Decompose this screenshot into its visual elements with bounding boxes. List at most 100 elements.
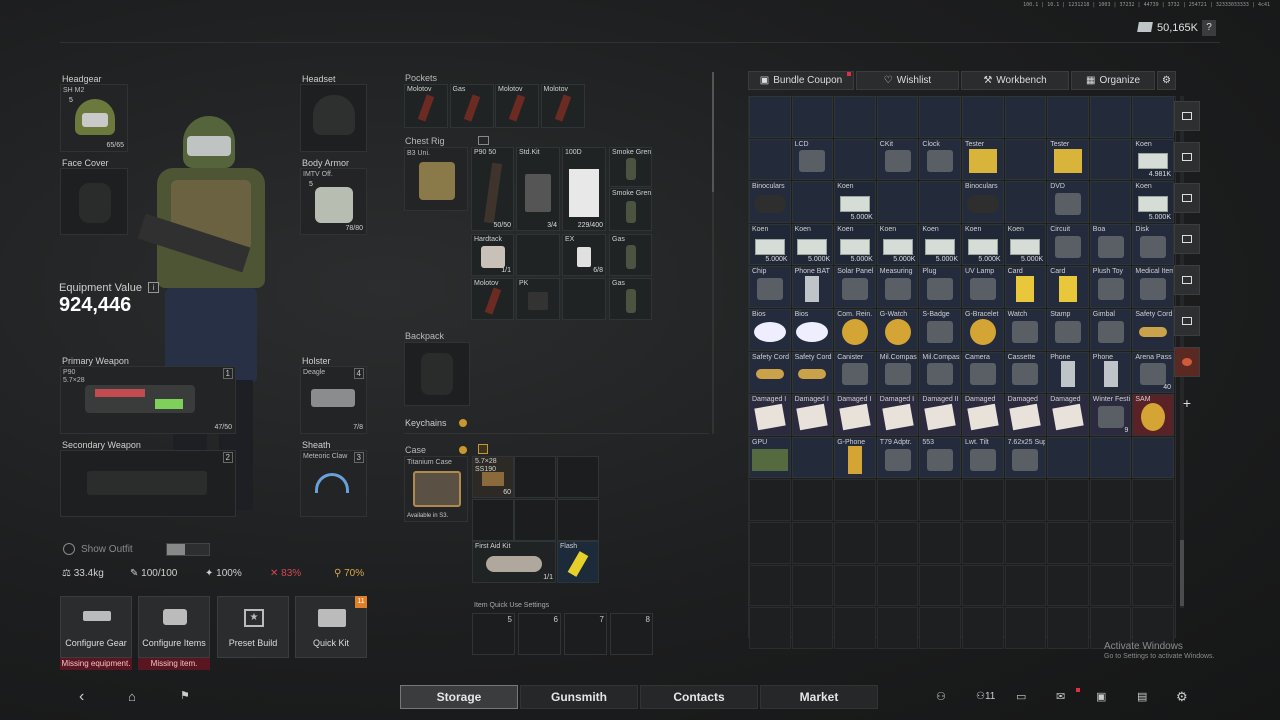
quick-use-slot[interactable]: 8 — [610, 613, 653, 655]
storage-cell[interactable]: Watch — [1004, 309, 1047, 351]
squad-count[interactable]: ⚇11 — [976, 691, 995, 702]
first-aid-kit-cell[interactable]: First Aid Kit 1/1 — [472, 541, 556, 583]
storage-cell[interactable]: Damaged I — [876, 394, 919, 436]
workbench-tab[interactable]: ⚒ Workbench — [961, 71, 1069, 90]
storage-cell[interactable]: Boa — [1089, 223, 1132, 266]
body-armor-slot[interactable]: Body Armor IMTV Off. 5 78/80 — [300, 158, 367, 235]
storage-cell[interactable]: Card — [1047, 266, 1089, 308]
storage-empty-cell[interactable] — [1132, 564, 1174, 607]
mail-icon[interactable]: ✉ — [1056, 690, 1065, 703]
storage-empty-cell[interactable] — [791, 479, 834, 521]
storage-empty-cell[interactable] — [876, 522, 919, 564]
storage-side-button[interactable] — [1174, 306, 1200, 336]
storage-cell[interactable]: SAM — [1132, 394, 1174, 436]
storage-cell[interactable]: Damaged I — [834, 394, 876, 436]
organize-tab[interactable]: ▦ Organize — [1071, 71, 1155, 90]
storage-cell[interactable]: Winter Festival 9 — [1089, 394, 1132, 436]
storage-empty-cell[interactable] — [749, 564, 791, 607]
headgear-slot[interactable]: Headgear SH M2 5 65/65 — [60, 74, 128, 152]
storage-empty-cell[interactable] — [791, 522, 834, 564]
document-icon[interactable]: ▤ — [1137, 690, 1147, 703]
storage-cell[interactable]: Phone BAT — [791, 266, 834, 308]
storage-cell[interactable]: CKit — [876, 138, 919, 181]
storage-cell[interactable] — [834, 138, 876, 181]
storage-empty-cell[interactable] — [791, 607, 834, 649]
case-empty-cell[interactable] — [514, 499, 556, 541]
storage-cell[interactable] — [1089, 96, 1132, 138]
pocket-slot[interactable]: Molotov — [404, 84, 448, 128]
chest-rig-cell[interactable]: EX 6/8 — [562, 234, 606, 276]
storage-side-button[interactable] — [1174, 265, 1200, 295]
secondary-weapon-slot[interactable]: Secondary Weapon 2 — [60, 440, 236, 517]
flag-icon[interactable]: ⚑ — [180, 689, 190, 702]
storage-cell[interactable] — [1089, 181, 1132, 223]
storage-empty-cell[interactable] — [876, 479, 919, 521]
storage-empty-cell[interactable] — [749, 479, 791, 521]
case-slot[interactable]: Titanium Case Available in S3. — [404, 456, 468, 522]
storage-cell[interactable] — [876, 181, 919, 223]
storage-cell[interactable]: Koen 5.000K — [834, 181, 876, 223]
friends-icon[interactable]: ⚇ — [936, 690, 946, 703]
storage-cell[interactable]: Plug — [919, 266, 961, 308]
storage-cell[interactable]: Medical Item — [1132, 266, 1174, 308]
storage-empty-cell[interactable] — [876, 564, 919, 607]
storage-cell[interactable]: Tester — [1047, 138, 1089, 181]
bundle-coupon-tab[interactable]: ▣ Bundle Coupon — [748, 71, 854, 90]
storage-cell[interactable]: Solar Panel — [834, 266, 876, 308]
storage-cell[interactable]: Circuit — [1047, 223, 1089, 266]
case-empty-cell[interactable] — [472, 499, 514, 541]
storage-cell[interactable]: Canister — [834, 351, 876, 394]
pocket-slot[interactable]: Molotov — [540, 84, 585, 128]
storage-empty-cell[interactable] — [834, 564, 876, 607]
storage-cell[interactable]: Com. Rein. — [834, 309, 876, 351]
tab-market[interactable]: Market — [760, 685, 878, 709]
storage-cell[interactable]: Koen 5.000K — [1132, 181, 1174, 223]
case-empty-cell[interactable] — [557, 456, 599, 498]
settings-button[interactable]: ⚙ — [1157, 71, 1176, 90]
storage-empty-cell[interactable] — [1047, 522, 1089, 564]
storage-cell[interactable]: Bios — [791, 309, 834, 351]
help-button[interactable]: ? — [1202, 20, 1216, 36]
chest-rig-cell[interactable]: 100D 229/400 — [562, 147, 606, 231]
quick-kit-button[interactable]: Quick Kit 11 — [295, 596, 367, 658]
storage-cell[interactable]: Damaged I — [749, 394, 791, 436]
storage-empty-cell[interactable] — [1089, 522, 1132, 564]
storage-side-button[interactable] — [1174, 142, 1200, 172]
storage-empty-cell[interactable] — [749, 607, 791, 649]
storage-cell[interactable] — [1004, 96, 1047, 138]
storage-cell[interactable]: LCD — [791, 138, 834, 181]
storage-cell[interactable]: Koen 5.000K — [791, 223, 834, 266]
chest-rig-cell[interactable]: Gas — [609, 234, 652, 276]
configure-gear-button[interactable]: Configure Gear — [60, 596, 132, 658]
storage-cell[interactable]: G-Phone — [834, 436, 876, 479]
storage-cell[interactable]: GPU — [749, 436, 791, 479]
middle-scrollbar[interactable] — [712, 72, 714, 434]
storage-cell[interactable]: Binoculars — [749, 181, 791, 223]
storage-side-button[interactable] — [1174, 224, 1200, 254]
storage-cell[interactable]: Stamp — [1047, 309, 1089, 351]
storage-cell[interactable]: Damaged — [1004, 394, 1047, 436]
storage-cell[interactable] — [876, 96, 919, 138]
storage-cell[interactable]: Clock — [919, 138, 961, 181]
pocket-slot[interactable]: Gas — [449, 84, 494, 128]
chest-rig-cell[interactable]: PK — [516, 278, 560, 320]
storage-cell[interactable] — [1089, 138, 1132, 181]
storage-side-button[interactable] — [1174, 183, 1200, 213]
storage-cell[interactable]: Damaged I — [791, 394, 834, 436]
storage-cell[interactable]: Koen 5.000K — [962, 223, 1004, 266]
storage-cell[interactable]: Camera — [962, 351, 1004, 394]
storage-cell[interactable] — [791, 181, 834, 223]
case-empty-cell[interactable] — [557, 499, 599, 541]
storage-cell[interactable]: Phone — [1047, 351, 1089, 394]
storage-empty-cell[interactable] — [919, 564, 961, 607]
storage-cell[interactable]: Chip — [749, 266, 791, 308]
chest-rig-cell[interactable]: Gas — [609, 278, 652, 320]
storage-cell[interactable]: Damaged — [962, 394, 1004, 436]
storage-empty-cell[interactable] — [834, 479, 876, 521]
storage-empty-cell[interactable] — [962, 607, 1004, 649]
quick-use-slot[interactable]: 7 — [564, 613, 607, 655]
storage-empty-cell[interactable] — [1004, 607, 1047, 649]
storage-cell[interactable]: Binoculars — [962, 181, 1004, 223]
storage-cell[interactable]: S-Badge — [919, 309, 961, 351]
storage-cell[interactable] — [1089, 436, 1132, 479]
